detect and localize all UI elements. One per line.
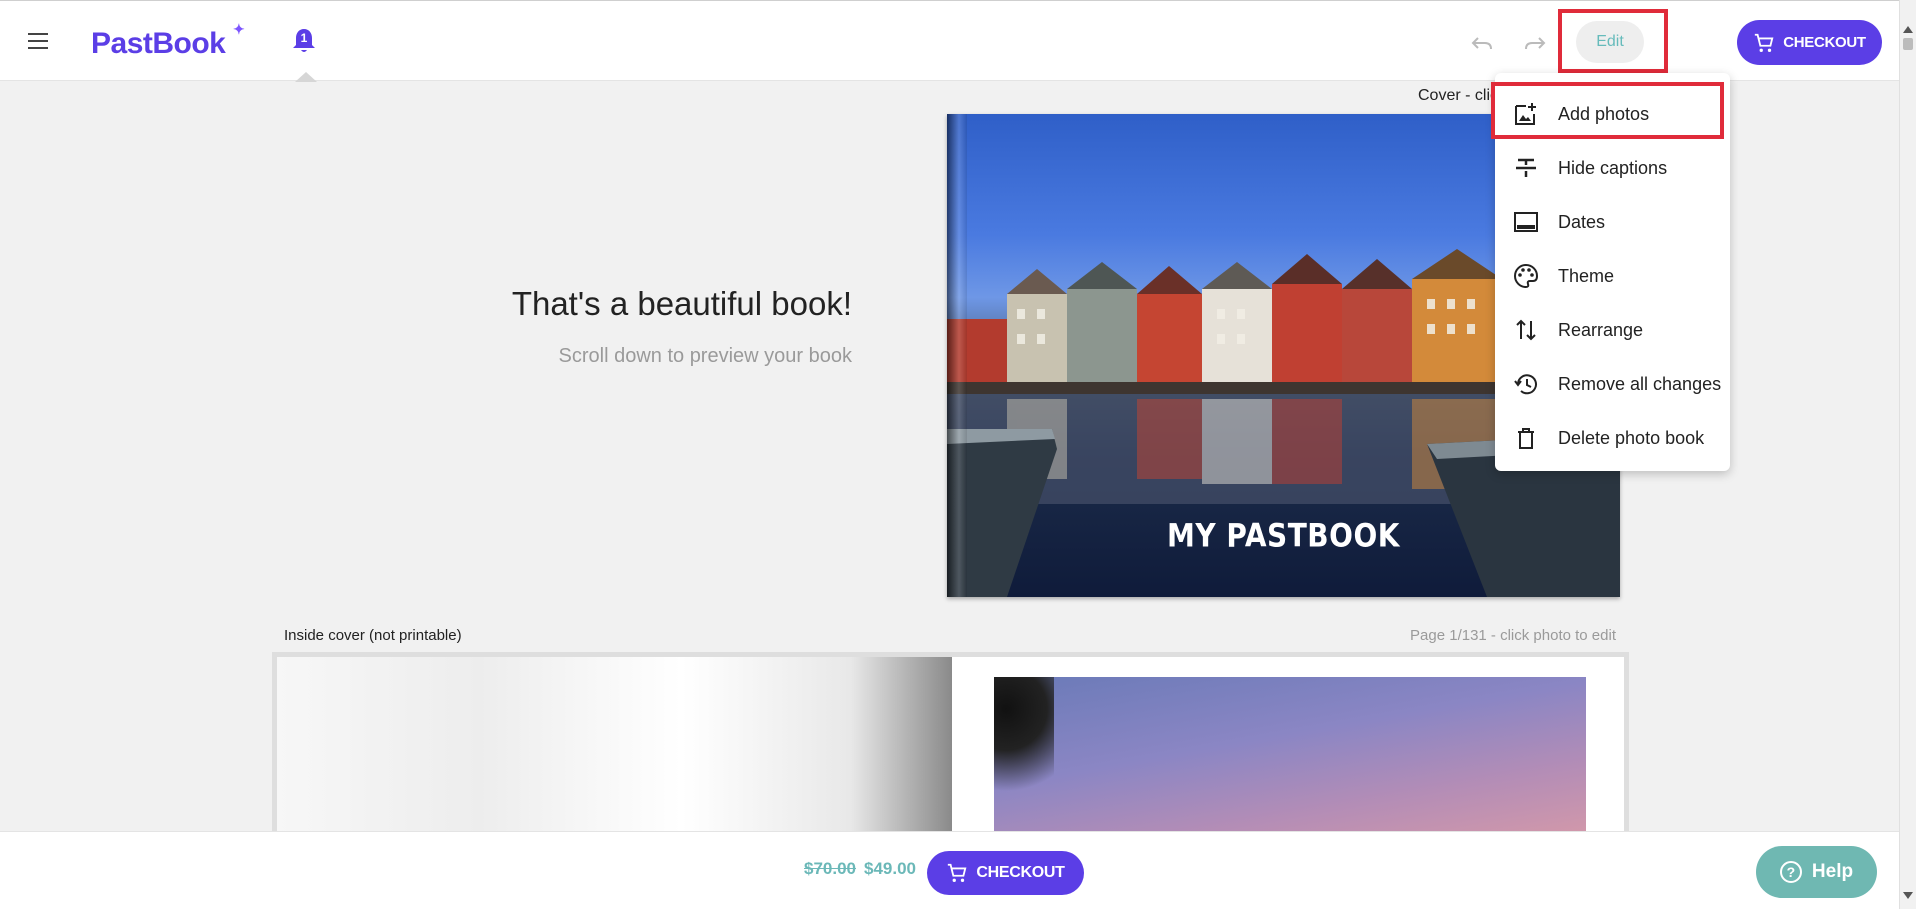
help-button[interactable]: ? Help — [1756, 846, 1877, 898]
cover-title[interactable]: MY PASTBOOK — [947, 517, 1620, 555]
question-icon: ? — [1779, 861, 1802, 883]
cart-icon — [948, 863, 967, 882]
menu-label: Dates — [1558, 211, 1606, 232]
help-label: Help — [1811, 861, 1854, 882]
first-page-photo[interactable] — [994, 677, 1586, 832]
strikethrough-icon — [1516, 158, 1536, 177]
checkout-label: CHECKOUT — [976, 864, 1065, 881]
preview-headline: That's a beautiful book! — [511, 285, 852, 322]
inside-cover-label: Inside cover (not printable) — [284, 627, 462, 644]
add-photos-highlight-box — [1491, 82, 1724, 139]
menu-item-rearrange[interactable]: Rearrange — [1495, 303, 1730, 357]
checkout-button-bottom[interactable]: CHECKOUT — [927, 851, 1084, 895]
swap-vertical-icon — [1516, 319, 1536, 341]
book-spread — [272, 652, 1629, 832]
tree-silhouette — [994, 677, 1054, 832]
checkout-button-top[interactable]: CHECKOUT — [1737, 20, 1882, 65]
sparkle-icon: ✦ — [233, 21, 245, 37]
history-icon — [1514, 374, 1537, 395]
discounted-price: $49.00 — [864, 859, 916, 878]
page-scrollbar[interactable] — [1899, 0, 1916, 909]
redo-icon[interactable] — [1523, 31, 1547, 55]
logo-text: PastBook — [91, 27, 226, 60]
notification-count: 1 — [300, 31, 308, 45]
cart-icon — [1755, 33, 1774, 52]
page-number-label: Page 1/131 - click photo to edit — [1410, 627, 1616, 644]
scroll-down-arrow-icon[interactable] — [1903, 892, 1913, 899]
menu-item-hide-captions[interactable]: Hide captions — [1495, 141, 1730, 195]
menu-label: Hide captions — [1558, 157, 1668, 178]
menu-label: Delete photo book — [1558, 427, 1705, 448]
edit-highlight-box — [1558, 9, 1668, 73]
palette-icon — [1514, 263, 1539, 289]
menu-label: Theme — [1558, 265, 1615, 286]
checkout-label: CHECKOUT — [1783, 34, 1866, 51]
inside-cover-page — [277, 657, 952, 832]
notification-pointer — [295, 72, 317, 82]
first-page — [952, 657, 1624, 832]
calendar-frame-icon — [1514, 212, 1538, 232]
scroll-up-arrow-icon[interactable] — [1903, 26, 1913, 33]
undo-icon[interactable] — [1470, 31, 1494, 55]
menu-label: Rearrange — [1558, 319, 1644, 340]
cover-label: Cover - clic — [1418, 87, 1499, 104]
menu-item-dates[interactable]: Dates — [1495, 195, 1730, 249]
preview-subline: Scroll down to preview your book — [558, 345, 852, 367]
top-header: PastBook ✦ 1 Edit CHECKOUT — [0, 0, 1916, 82]
menu-item-remove-all-changes[interactable]: Remove all changes — [1495, 357, 1730, 411]
menu-label: Remove all changes — [1558, 373, 1722, 394]
menu-item-theme[interactable]: Theme — [1495, 249, 1730, 303]
original-price: $70.00 — [804, 859, 856, 878]
bottom-checkout-bar: $70.00 $49.00 CHECKOUT ? Help — [0, 831, 1899, 909]
notification-bell-icon[interactable]: 1 — [292, 27, 316, 55]
hamburger-menu-icon[interactable] — [28, 33, 48, 49]
scroll-thumb[interactable] — [1903, 38, 1913, 50]
menu-item-delete-photo-book[interactable]: Delete photo book — [1495, 411, 1730, 465]
trash-icon — [1518, 428, 1534, 449]
pastbook-logo[interactable]: PastBook ✦ — [91, 21, 245, 61]
